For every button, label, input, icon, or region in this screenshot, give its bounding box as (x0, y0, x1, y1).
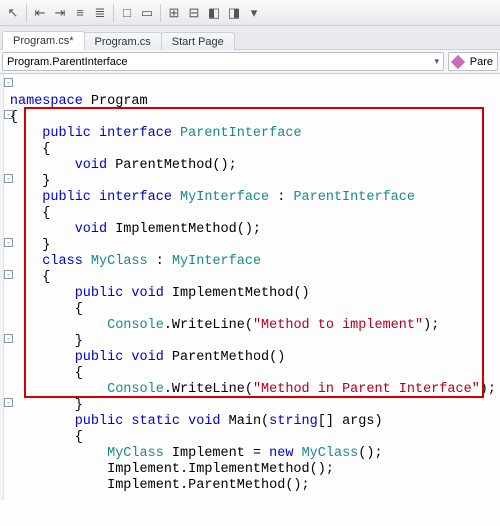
dedent-block-icon[interactable]: ≡ (71, 4, 89, 22)
separator (160, 4, 161, 22)
code-area[interactable]: namespace Program { public interface Par… (4, 74, 500, 500)
cursor-icon[interactable]: ↖ (4, 4, 22, 22)
member-selector-label: Pare (470, 56, 493, 68)
file-tab[interactable]: Program.cs (84, 32, 162, 50)
indent-icon[interactable]: ⇥ (51, 4, 69, 22)
separator (26, 4, 27, 22)
more-icon[interactable]: ▾ (245, 4, 263, 22)
nav-bar: Program.ParentInterface ▾ Pare (0, 50, 500, 74)
toolbar: ↖ ⇤⇥≡≣ □▭ ⊞⊟◧◨▾ (0, 0, 500, 26)
editor: - - - - - - - namespace Program { public… (0, 74, 500, 500)
member-selector[interactable]: Pare (448, 52, 498, 71)
member-icon (451, 54, 465, 68)
outdent-icon[interactable]: ⇤ (31, 4, 49, 22)
collapse-icon[interactable]: ⊟ (185, 4, 203, 22)
chevron-down-icon: ▾ (434, 56, 439, 67)
next-bookmark-icon[interactable]: ◨ (225, 4, 243, 22)
file-tab[interactable]: Start Page (161, 32, 235, 50)
indent-block-icon[interactable]: ≣ (91, 4, 109, 22)
type-selector[interactable]: Program.ParentInterface ▾ (2, 52, 444, 71)
uncomment-icon[interactable]: ▭ (138, 4, 156, 22)
file-tabs: Program.cs*Program.csStart Page (0, 26, 500, 50)
separator (113, 4, 114, 22)
file-tab[interactable]: Program.cs* (2, 31, 85, 50)
bookmark-icon[interactable]: ◧ (205, 4, 223, 22)
comment-icon[interactable]: □ (118, 4, 136, 22)
expand-icon[interactable]: ⊞ (165, 4, 183, 22)
type-selector-label: Program.ParentInterface (7, 56, 127, 68)
